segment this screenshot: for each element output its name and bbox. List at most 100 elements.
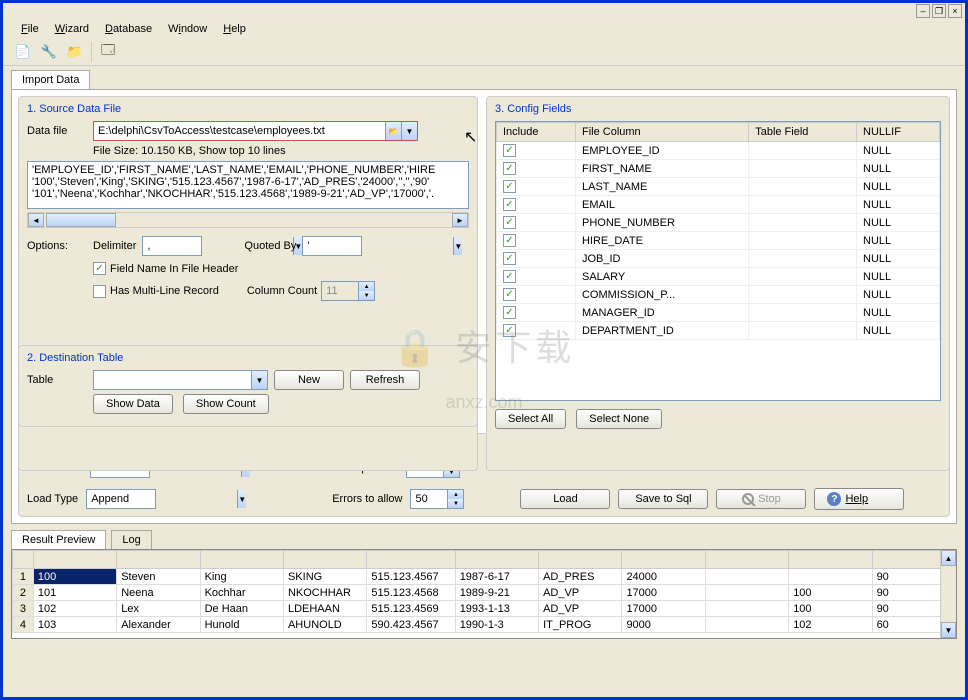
scroll-up-icon[interactable]: ▲ — [941, 550, 956, 566]
browse-icon[interactable]: 📂 — [385, 122, 401, 140]
savetosql-button[interactable]: Save to Sql — [618, 489, 708, 509]
include-checkbox[interactable]: ✓ — [503, 162, 516, 175]
delimiter-label: Delimiter — [93, 240, 136, 252]
colcount-label: Column Count — [247, 285, 317, 297]
table-combo[interactable]: ▼ — [93, 370, 268, 390]
errors-spin[interactable]: ▲▼ — [410, 489, 464, 509]
preview-hscroll[interactable]: ◄ ► — [27, 212, 469, 228]
section3-title: 3. Config Fields — [495, 103, 941, 115]
titlebar: – ❐ × — [3, 3, 965, 19]
tool-icon-2[interactable]: 🔧 — [39, 42, 59, 62]
datafile-combo[interactable]: 📂 ▼ — [93, 121, 418, 141]
load-button[interactable]: Load — [520, 489, 610, 509]
grid-row[interactable]: ✓SALARYNULL — [497, 268, 940, 286]
menu-window[interactable]: Window — [160, 21, 215, 37]
grid-row[interactable]: ✓LAST_NAMENULL — [497, 178, 940, 196]
stop-button: Stop — [716, 489, 806, 509]
scroll-right-icon[interactable]: ► — [452, 213, 468, 227]
grid-header[interactable]: NULLIF — [857, 123, 940, 142]
chevron-down-icon[interactable]: ▼ — [237, 490, 246, 508]
result-vscroll[interactable]: ▲ ▼ — [940, 550, 956, 638]
grid-row[interactable]: ✓EMAILNULL — [497, 196, 940, 214]
chevron-down-icon[interactable]: ▼ — [401, 122, 417, 140]
include-checkbox[interactable]: ✓ — [503, 306, 516, 319]
chevron-down-icon[interactable]: ▼ — [251, 371, 267, 389]
quotedby-combo[interactable]: ▼ — [302, 236, 362, 256]
tab-import-data[interactable]: Import Data — [11, 70, 90, 89]
selectnone-button[interactable]: Select None — [576, 409, 662, 429]
result-grid[interactable]: 1100StevenKingSKING515.123.45671987-6-17… — [11, 549, 957, 639]
include-checkbox[interactable]: ✓ — [503, 144, 516, 157]
chevron-down-icon[interactable]: ▼ — [453, 237, 462, 255]
include-checkbox[interactable]: ✓ — [503, 180, 516, 193]
grid-row[interactable]: ✓MANAGER_IDNULL — [497, 304, 940, 322]
fieldname-checkbox[interactable]: ✓ — [93, 262, 106, 275]
scroll-left-icon[interactable]: ◄ — [28, 213, 44, 227]
loadtype-label: Load Type — [27, 493, 78, 505]
grid-row[interactable]: ✓FIRST_NAMENULL — [497, 160, 940, 178]
close-button[interactable]: × — [948, 4, 962, 18]
tool-icon-4[interactable]: 🗔 — [98, 42, 118, 62]
colcount-spin[interactable]: ▲▼ — [321, 281, 375, 301]
include-checkbox[interactable]: ✓ — [503, 252, 516, 265]
scroll-thumb[interactable] — [46, 213, 116, 227]
grid-row[interactable]: ✓JOB_IDNULL — [497, 250, 940, 268]
include-checkbox[interactable]: ✓ — [503, 324, 516, 337]
result-row[interactable]: 2101NeenaKochharNKOCHHAR515.123.45681989… — [13, 585, 956, 601]
panel-dest-table: 2. Destination Table Table ▼ New Refresh… — [18, 345, 478, 427]
minimize-button[interactable]: – — [916, 4, 930, 18]
toolbar: 📄 🔧 📁 🗔 — [3, 39, 965, 66]
grid-row[interactable]: ✓COMMISSION_P...NULL — [497, 286, 940, 304]
help-button[interactable]: Help — [814, 488, 904, 510]
result-row[interactable]: 4103AlexanderHunoldAHUNOLD590.423.456719… — [13, 617, 956, 633]
delimiter-combo[interactable]: ▼ — [142, 236, 202, 256]
refresh-button[interactable]: Refresh — [350, 370, 420, 390]
section2-title: 2. Destination Table — [27, 352, 469, 364]
include-checkbox[interactable]: ✓ — [503, 234, 516, 247]
include-checkbox[interactable]: ✓ — [503, 198, 516, 211]
panel-config-fields: 3. Config Fields IncludeFile ColumnTable… — [486, 96, 950, 471]
tool-icon-1[interactable]: 📄 — [13, 42, 33, 62]
tab-strip: Import Data — [3, 66, 965, 89]
grid-header[interactable]: Table Field — [749, 123, 857, 142]
datafile-label: Data file — [27, 125, 87, 137]
grid-row[interactable]: ✓EMPLOYEE_IDNULL — [497, 142, 940, 160]
table-label: Table — [27, 374, 87, 386]
multiline-label: Has Multi-Line Record — [110, 285, 219, 297]
datafile-input[interactable] — [94, 125, 385, 137]
menubar: File Wizard Database Window Help — [3, 19, 965, 39]
stop-icon — [742, 493, 754, 505]
include-checkbox[interactable]: ✓ — [503, 270, 516, 283]
multiline-checkbox[interactable] — [93, 285, 106, 298]
tool-icon-3[interactable]: 📁 — [65, 42, 85, 62]
filesize-text: File Size: 10.150 KB, Show top 10 lines — [93, 145, 469, 157]
showdata-button[interactable]: Show Data — [93, 394, 173, 414]
tab-log[interactable]: Log — [111, 530, 151, 549]
result-row[interactable]: 1100StevenKingSKING515.123.45671987-6-17… — [13, 569, 956, 585]
menu-file[interactable]: File — [13, 21, 47, 37]
spindown-icon[interactable]: ▼ — [358, 291, 374, 300]
selectall-button[interactable]: Select All — [495, 409, 566, 429]
spinup-icon[interactable]: ▲ — [358, 282, 374, 291]
menu-help[interactable]: Help — [215, 21, 254, 37]
options-label: Options: — [27, 240, 87, 252]
grid-row[interactable]: ✓HIRE_DATENULL — [497, 232, 940, 250]
menu-wizard[interactable]: Wizard — [47, 21, 97, 37]
menu-database[interactable]: Database — [97, 21, 160, 37]
result-row[interactable]: 3102LexDe HaanLDEHAAN515.123.45691993-1-… — [13, 601, 956, 617]
include-checkbox[interactable]: ✓ — [503, 216, 516, 229]
new-button[interactable]: New — [274, 370, 344, 390]
grid-row[interactable]: ✓PHONE_NUMBERNULL — [497, 214, 940, 232]
section1-title: 1. Source Data File — [27, 103, 469, 115]
grid-header[interactable]: File Column — [575, 123, 748, 142]
scroll-down-icon[interactable]: ▼ — [941, 622, 956, 638]
grid-header[interactable]: Include — [497, 123, 576, 142]
tab-result-preview[interactable]: Result Preview — [11, 530, 106, 549]
showcount-button[interactable]: Show Count — [183, 394, 269, 414]
errors-label: Errors to allow — [332, 493, 402, 505]
grid-row[interactable]: ✓DEPARTMENT_IDNULL — [497, 322, 940, 340]
loadtype-combo[interactable]: ▼ — [86, 489, 156, 509]
include-checkbox[interactable]: ✓ — [503, 288, 516, 301]
config-grid[interactable]: IncludeFile ColumnTable FieldNULLIF✓EMPL… — [495, 121, 941, 401]
maximize-button[interactable]: ❐ — [932, 4, 946, 18]
